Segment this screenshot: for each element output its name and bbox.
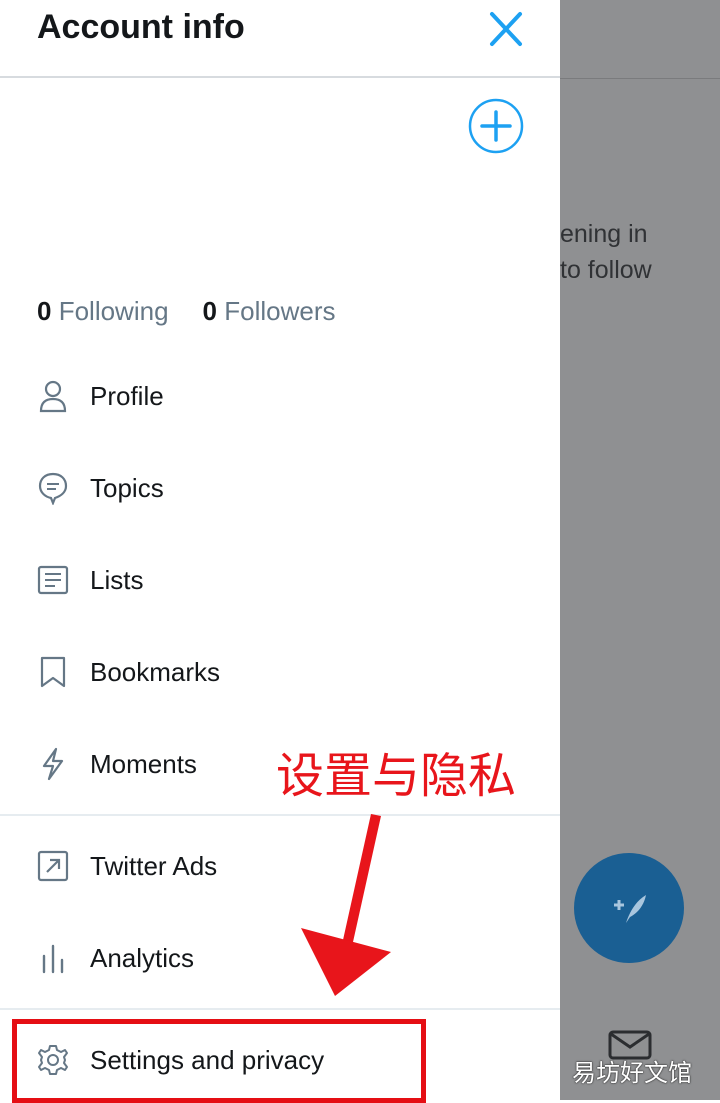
external-arrow-icon	[36, 849, 70, 883]
header-divider	[0, 76, 560, 78]
menu-item-label: Lists	[90, 564, 144, 595]
background-app: ening in to follow	[560, 0, 720, 1100]
background-text-line2: to follow	[560, 256, 652, 284]
lists-icon	[36, 563, 70, 597]
annotation-highlight-box	[12, 1019, 426, 1103]
following-link[interactable]: 0 Following	[37, 296, 169, 326]
following-label: Following	[58, 296, 169, 326]
menu-item-topics[interactable]: Topics	[0, 458, 560, 518]
add-account-icon[interactable]	[467, 97, 525, 155]
follow-counts: 0 Following 0 Followers	[37, 296, 335, 327]
compose-feather-icon	[614, 895, 646, 923]
bar-chart-icon	[36, 941, 70, 975]
menu-item-label: Profile	[90, 380, 164, 411]
menu-item-label: Analytics	[90, 942, 195, 973]
lightning-icon	[36, 747, 70, 781]
watermark: 易坊好文馆	[572, 1059, 692, 1087]
followers-count: 0	[202, 296, 217, 326]
topics-icon	[36, 471, 70, 505]
menu-divider	[0, 1008, 560, 1010]
followers-label: Followers	[224, 296, 336, 326]
background-divider	[560, 78, 720, 79]
followers-link[interactable]: 0 Followers	[203, 296, 336, 326]
menu-item-twitter-ads[interactable]: Twitter Ads	[0, 836, 560, 896]
menu-item-profile[interactable]: Profile	[0, 366, 560, 426]
person-icon	[36, 379, 70, 413]
compose-tweet-button[interactable]	[574, 853, 684, 963]
menu-divider	[0, 814, 560, 816]
annotation-arrow-icon	[301, 814, 391, 996]
menu-item-label: Bookmarks	[90, 656, 221, 687]
menu-item-analytics[interactable]: Analytics	[0, 928, 560, 988]
following-count: 0	[37, 296, 52, 326]
account-drawer: Account info 0 Following 0 Followers Prof…	[0, 0, 560, 1100]
menu-item-label: Moments	[90, 748, 197, 779]
close-icon[interactable]	[484, 10, 528, 50]
menu-item-label: Topics	[90, 472, 164, 503]
menu-item-label: Twitter Ads	[90, 850, 218, 881]
bookmark-icon	[36, 655, 70, 689]
menu-item-lists[interactable]: Lists	[0, 550, 560, 610]
annotation-label: 设置与隐私	[276, 748, 517, 804]
menu-item-bookmarks[interactable]: Bookmarks	[0, 642, 560, 702]
drawer-title: Account info	[37, 8, 245, 46]
background-text-line1: ening in	[560, 220, 648, 248]
